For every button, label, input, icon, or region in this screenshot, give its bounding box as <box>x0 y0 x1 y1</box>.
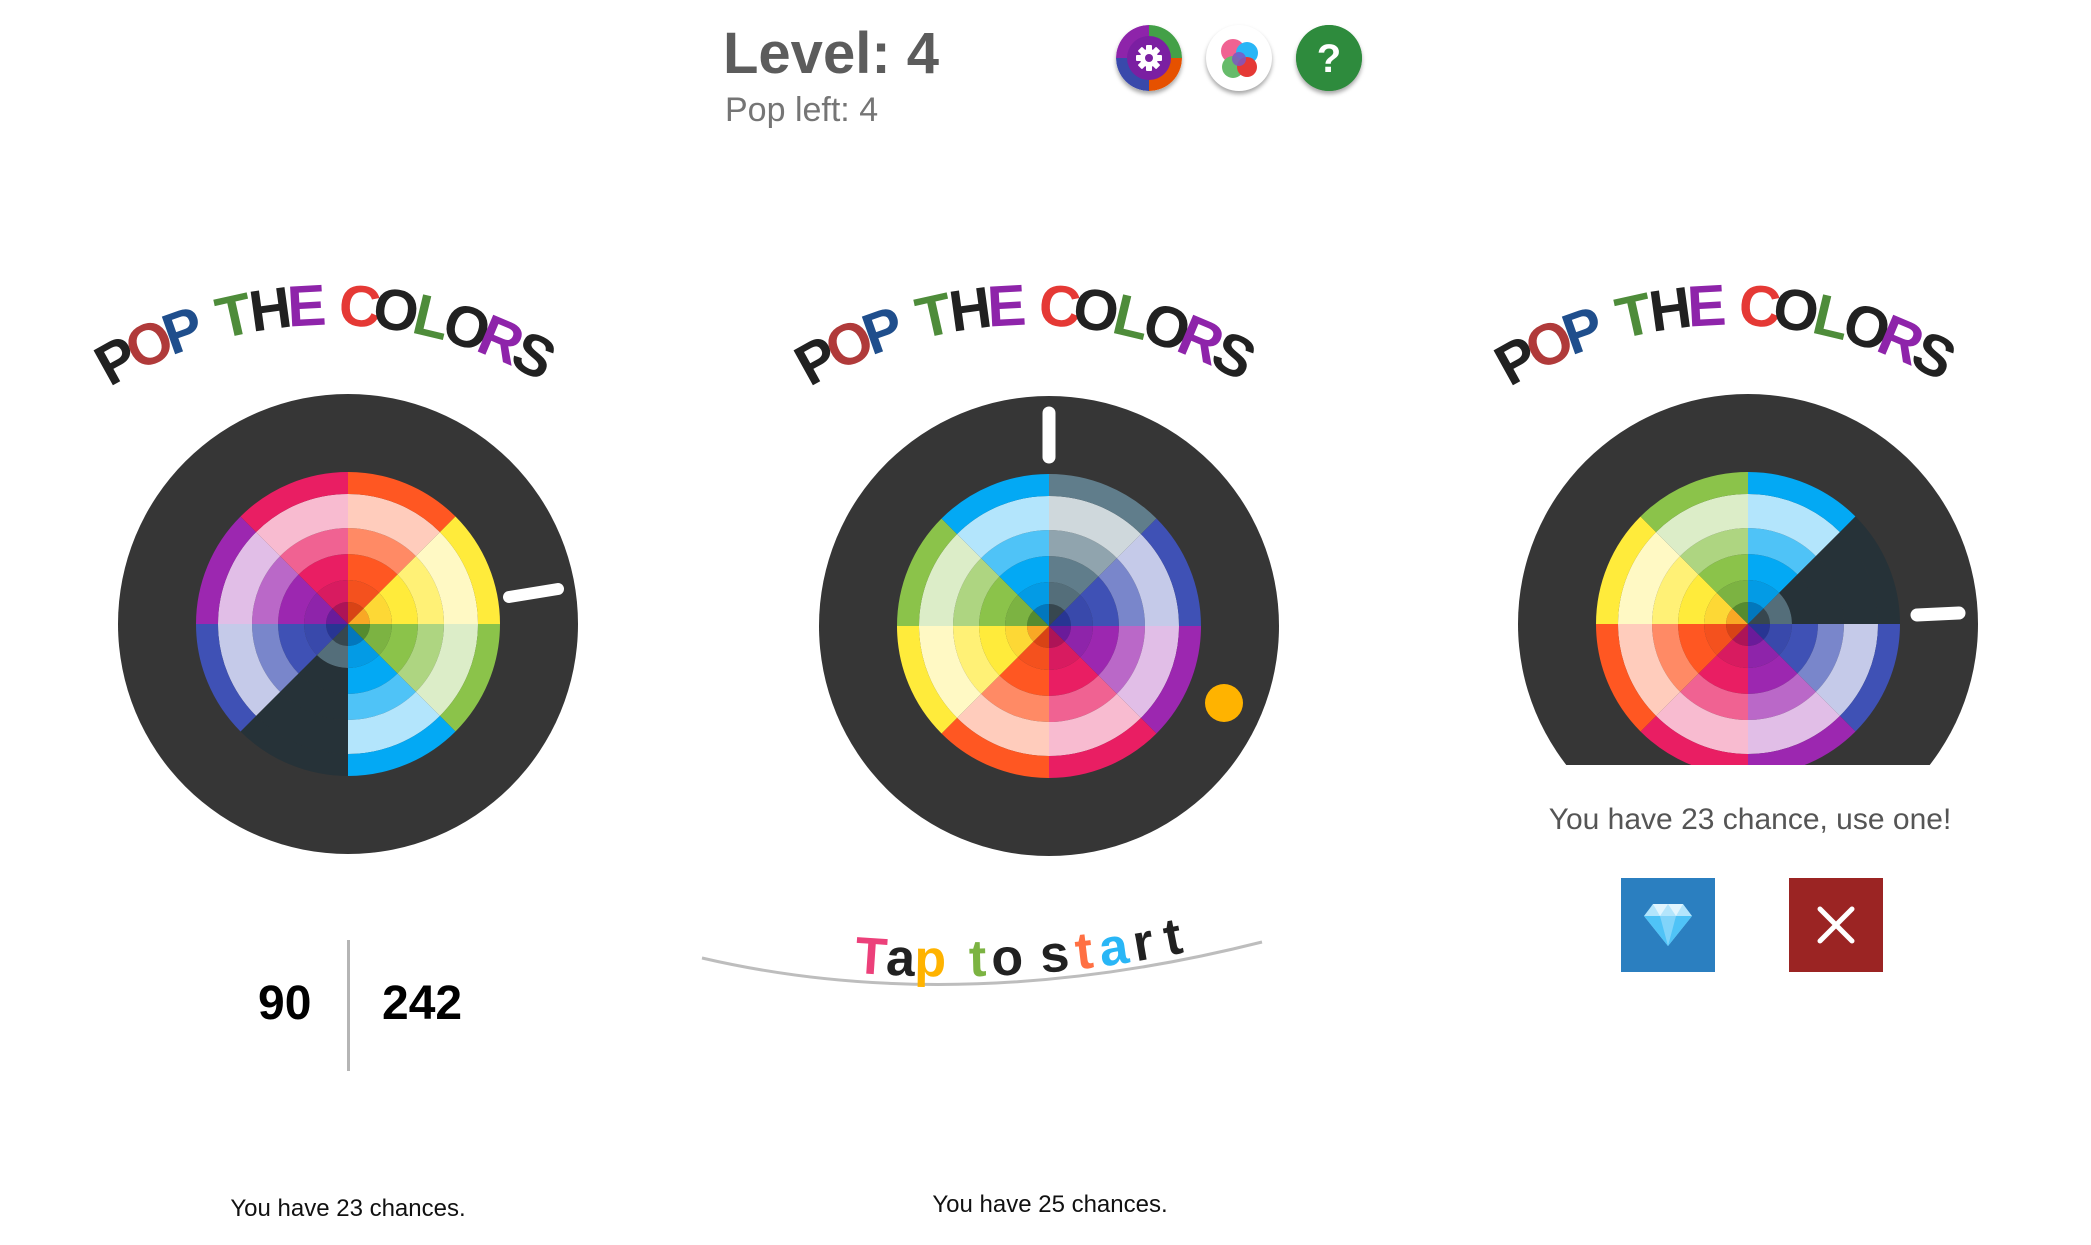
tap-letter: t <box>1072 922 1096 982</box>
diamond-icon <box>1644 904 1692 946</box>
game-center-button[interactable] <box>1206 25 1272 91</box>
tap-letter: a <box>885 929 917 988</box>
settings-button[interactable] <box>1116 25 1182 91</box>
tap-letter: T <box>853 927 889 987</box>
title-letters: POPTHE COLORS <box>84 273 566 399</box>
title-middle: POPTHE COLORS <box>784 273 1266 399</box>
chances-text-middle: You have 25 chances. <box>932 1191 1168 1218</box>
target-ball <box>1205 684 1243 722</box>
help-button[interactable]: ? <box>1296 25 1362 91</box>
pop-left-label: Pop left: 4 <box>725 91 879 129</box>
tap-letter: a <box>1095 917 1133 979</box>
color-wheel-left[interactable] <box>117 393 579 855</box>
title-letters: POPTHE COLORS <box>1484 273 1966 399</box>
title-letters: POPTHE COLORS <box>784 273 1266 399</box>
color-wheel-right <box>1518 394 1978 765</box>
tap-letter: p <box>914 930 947 988</box>
game-center-icon <box>1209 28 1269 88</box>
close-button[interactable] <box>1789 878 1883 972</box>
score-left: 90 <box>258 977 312 1030</box>
tap-letter: r <box>1128 913 1158 974</box>
question-icon: ? <box>1296 25 1362 91</box>
help-glyph: ? <box>1317 37 1341 81</box>
level-label: Level: 4 <box>723 21 939 86</box>
title-left: POPTHE COLORS <box>84 273 566 399</box>
chances-text-left: You have 23 chances. <box>230 1195 466 1222</box>
tap-letter: s <box>1037 924 1071 984</box>
tap-letter: o <box>990 928 1025 988</box>
shooter-needle <box>1910 606 1966 622</box>
use-chance-prompt: You have 23 chance, use one! <box>1548 803 1952 836</box>
score-right: 242 <box>382 977 463 1030</box>
use-chance-button[interactable] <box>1621 878 1715 972</box>
title-right: POPTHE COLORS <box>1484 273 1966 399</box>
score-divider <box>347 940 350 1071</box>
tap-letters: Tap t o s t ar t <box>853 907 1186 988</box>
title-letter: E <box>986 273 1028 340</box>
close-icon <box>1817 906 1855 944</box>
tap-letter: t <box>1159 907 1187 967</box>
tap-letter: t <box>968 930 987 988</box>
wheel-segments <box>1596 472 1900 765</box>
tap-to-start[interactable]: Tap t o s t ar t <box>690 900 1270 1040</box>
color-wheel-middle[interactable] <box>818 395 1280 857</box>
shooter-needle <box>503 583 564 603</box>
gear-icon <box>1116 25 1182 91</box>
wheel-segments <box>897 474 1201 778</box>
title-letter: E <box>286 273 328 340</box>
wheel-segments <box>196 472 500 776</box>
title-letter: E <box>1686 273 1728 340</box>
